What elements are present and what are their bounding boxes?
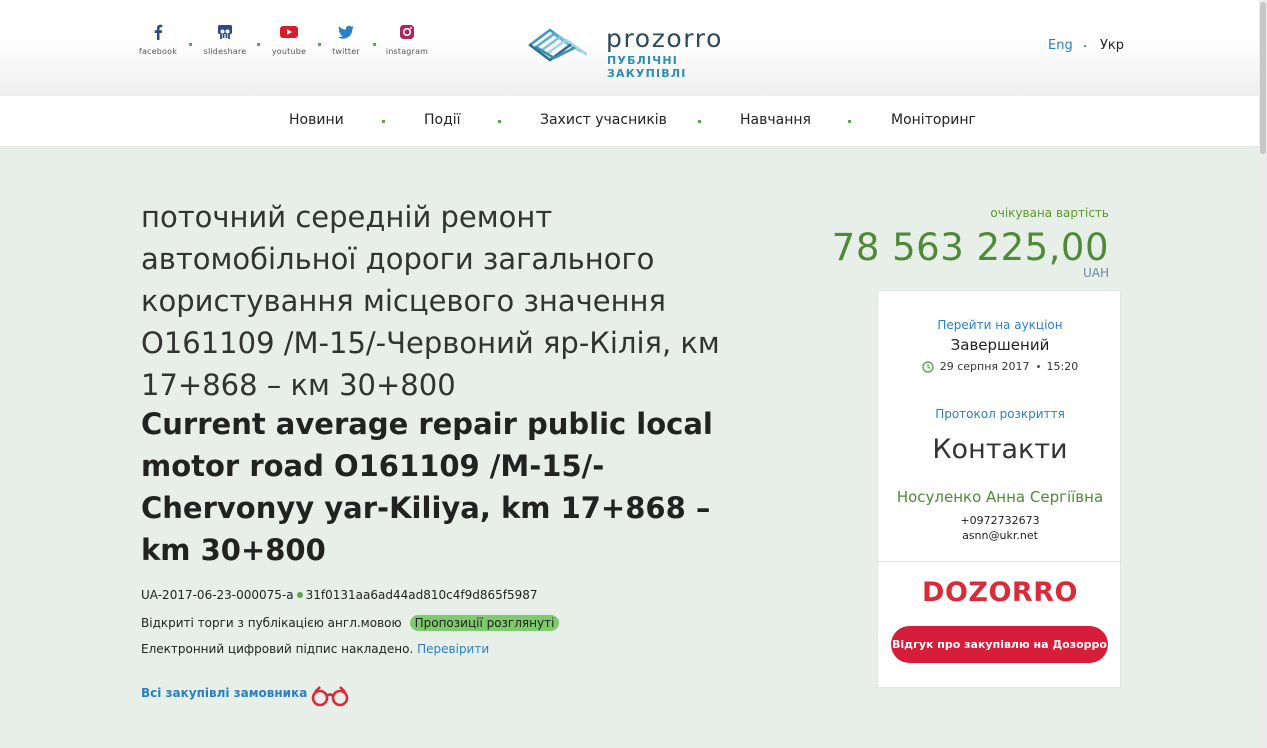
separator-dot [848,120,851,123]
contacts-heading: Контакти [932,434,1068,465]
prozorro-logo-icon [528,28,588,62]
status-badge: Пропозиції розглянуті [409,615,560,631]
lang-english[interactable]: Eng [1048,38,1073,53]
verify-signature-link[interactable]: Перевірити [417,642,489,656]
separator-dot [296,592,303,598]
tender-title-ua: поточний середній ремонт автомобільної д… [141,200,720,402]
instagram-link[interactable]: instagram [377,22,437,56]
facebook-icon [154,24,163,40]
clock-icon [922,361,934,373]
expected-value-amount: 78 563 225,00 [831,226,1109,269]
separator-dot [382,120,385,123]
opening-protocol-link[interactable]: Протокол розкриття [878,407,1122,421]
nav-monitoring[interactable]: Моніторинг [891,112,976,128]
nav-learning[interactable]: Навчання [740,112,811,128]
twitter-label: twitter [332,47,360,56]
tender-title-en: Current average repair public local moto… [141,407,713,567]
facebook-link[interactable]: facebook [128,22,188,56]
dozorro-logo: DOZORRO [922,577,1078,608]
go-to-auction-link[interactable]: Перейти на аукціон [878,318,1122,332]
main-nav: Новини Події Захист учасників Навчання М… [0,96,1267,147]
nav-events[interactable]: Події [424,112,461,128]
logo-wordmark: prozorro [606,24,723,53]
site-header: facebook slideshare youtube twitter inst… [0,0,1267,96]
procedure-type: Відкриті торги з публікацією англ.мовою [141,616,402,630]
auction-status: Завершений [950,336,1050,354]
tender-side-card: Перейти на аукціон Завершений 29 серпня … [877,290,1122,688]
youtube-link[interactable]: youtube [259,22,319,56]
dozorro-feedback-button[interactable]: Відгук про закупівлю на Дозорро [891,626,1108,663]
contact-phone: +0972732673 [960,514,1040,527]
auction-time: 15:20 [1046,360,1079,373]
binoculars-icon[interactable] [310,684,350,708]
separator-dot [1036,364,1040,368]
instagram-icon [400,25,414,39]
prozorro-logo[interactable]: prozorro ПУБЛІЧНІ ЗАКУПІВЛІ [528,22,748,80]
tender-procedure-row: Відкриті торги з публікацією англ.мовою П… [141,615,560,631]
auction-datetime: 29 серпня 2017 15:20 [878,360,1122,373]
signature-text: Електронний цифровий підпис накладено. [141,642,414,656]
all-customer-purchases-link[interactable]: Всі закупівлі замовника [141,686,307,700]
separator-dot [189,43,192,46]
slideshare-link[interactable]: slideshare [195,22,255,56]
tender-ids: UA-2017-06-23-000075-a 31f0131aa6ad44ad81… [141,588,538,602]
separator-dot [498,120,501,123]
twitter-link[interactable]: twitter [316,22,376,56]
twitter-icon [338,25,354,39]
separator-dot [698,120,701,123]
scrollbar-thumb[interactable] [1260,2,1266,154]
auction-date: 29 серпня 2017 [939,360,1030,373]
signature-row: Електронний цифровий підпис накладено. П… [141,642,489,656]
nav-participant-protection[interactable]: Захист учасників [540,112,667,128]
logo-subtitle: ПУБЛІЧНІ ЗАКУПІВЛІ [607,54,687,80]
expected-value-label: очікувана вартість [990,206,1109,220]
lang-ukrainian[interactable]: Укр [1100,38,1124,53]
nav-news[interactable]: Новини [289,112,344,128]
contact-email: asnn@ukr.net [962,529,1038,542]
separator-dot [1084,45,1086,47]
expected-value-currency: UAH [1082,266,1109,280]
separator-dot [373,43,376,46]
facebook-label: facebook [138,47,178,56]
slideshare-label: slideshare [203,47,247,56]
youtube-label: youtube [271,47,307,56]
page-scrollbar[interactable] [1259,0,1267,748]
tender-hash: 31f0131aa6ad44ad810c4f9d865f5987 [305,588,538,602]
youtube-icon [280,26,298,38]
tender-id: UA-2017-06-23-000075-a [141,588,294,602]
card-divider [878,561,1122,562]
slideshare-icon [218,25,232,39]
contact-name: Носуленко Анна Сергіївна [896,488,1104,506]
instagram-label: instagram [385,47,429,56]
